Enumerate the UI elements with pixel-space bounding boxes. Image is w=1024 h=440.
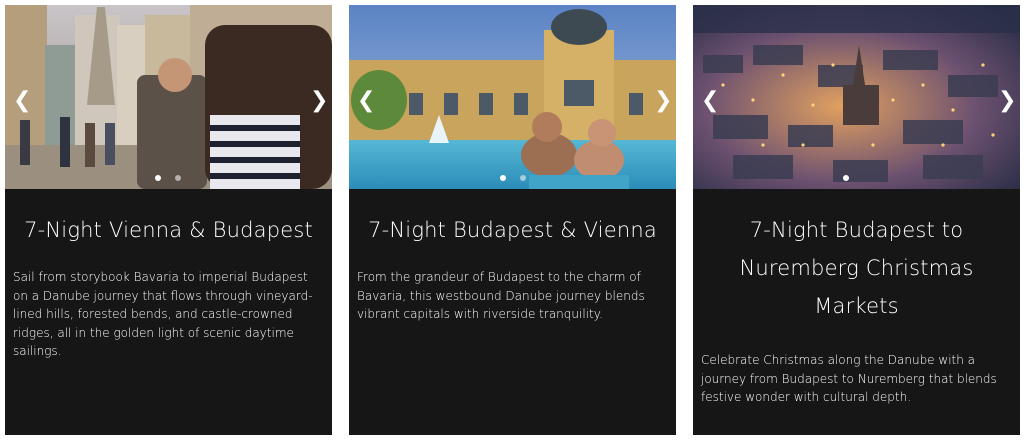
card-description: Sail from storybook Bavaria to imperial … <box>13 270 313 358</box>
nuremberg-night-photo <box>693 5 1020 189</box>
card-title[interactable]: 7-Night Budapest & Vienna <box>357 211 668 249</box>
image-carousel[interactable]: ❮ ❯ <box>349 5 676 189</box>
carousel-dot[interactable] <box>843 175 849 181</box>
chevron-right-icon: ❯ <box>998 88 1017 113</box>
cruise-card[interactable]: ❮ ❯ 7-Night Budapest to Nuremberg Christ… <box>693 5 1020 435</box>
carousel-dot[interactable] <box>175 175 181 181</box>
carousel-indicators <box>693 175 1020 183</box>
carousel-dot[interactable] <box>500 175 506 181</box>
previous-slide-button[interactable]: ❮ <box>13 90 31 112</box>
chevron-left-icon: ❮ <box>357 88 376 113</box>
cruise-card-row: ❮ ❯ 7-Night Vienna & Budapest Sail from … <box>0 0 1024 440</box>
carousel-indicators <box>5 175 332 183</box>
chevron-left-icon: ❮ <box>13 88 32 113</box>
chevron-right-icon: ❯ <box>654 88 673 113</box>
carousel-dot[interactable] <box>520 175 526 181</box>
carousel-dot[interactable] <box>155 175 161 181</box>
chevron-right-icon: ❯ <box>310 88 329 113</box>
image-carousel[interactable]: ❮ ❯ <box>5 5 332 189</box>
budapest-bath-photo <box>349 5 676 189</box>
cruise-card[interactable]: ❮ ❯ 7-Night Budapest & Vienna From the g… <box>349 5 676 435</box>
next-slide-button[interactable]: ❯ <box>654 90 672 112</box>
next-slide-button[interactable]: ❯ <box>998 90 1016 112</box>
card-title[interactable]: 7-Night Vienna & Budapest <box>13 211 324 249</box>
previous-slide-button[interactable]: ❮ <box>701 90 719 112</box>
image-carousel[interactable]: ❮ ❯ <box>693 5 1020 189</box>
carousel-indicators <box>349 175 676 183</box>
cruise-card[interactable]: ❮ ❯ 7-Night Vienna & Budapest Sail from … <box>5 5 332 435</box>
previous-slide-button[interactable]: ❮ <box>357 90 375 112</box>
card-description: From the grandeur of Budapest to the cha… <box>357 270 645 321</box>
next-slide-button[interactable]: ❯ <box>310 90 328 112</box>
chevron-left-icon: ❮ <box>701 88 720 113</box>
card-description: Celebrate Christmas along the Danube wit… <box>701 353 997 404</box>
card-title[interactable]: 7-Night Budapest to Nuremberg Christmas … <box>701 211 1012 325</box>
vienna-street-photo <box>5 5 332 189</box>
